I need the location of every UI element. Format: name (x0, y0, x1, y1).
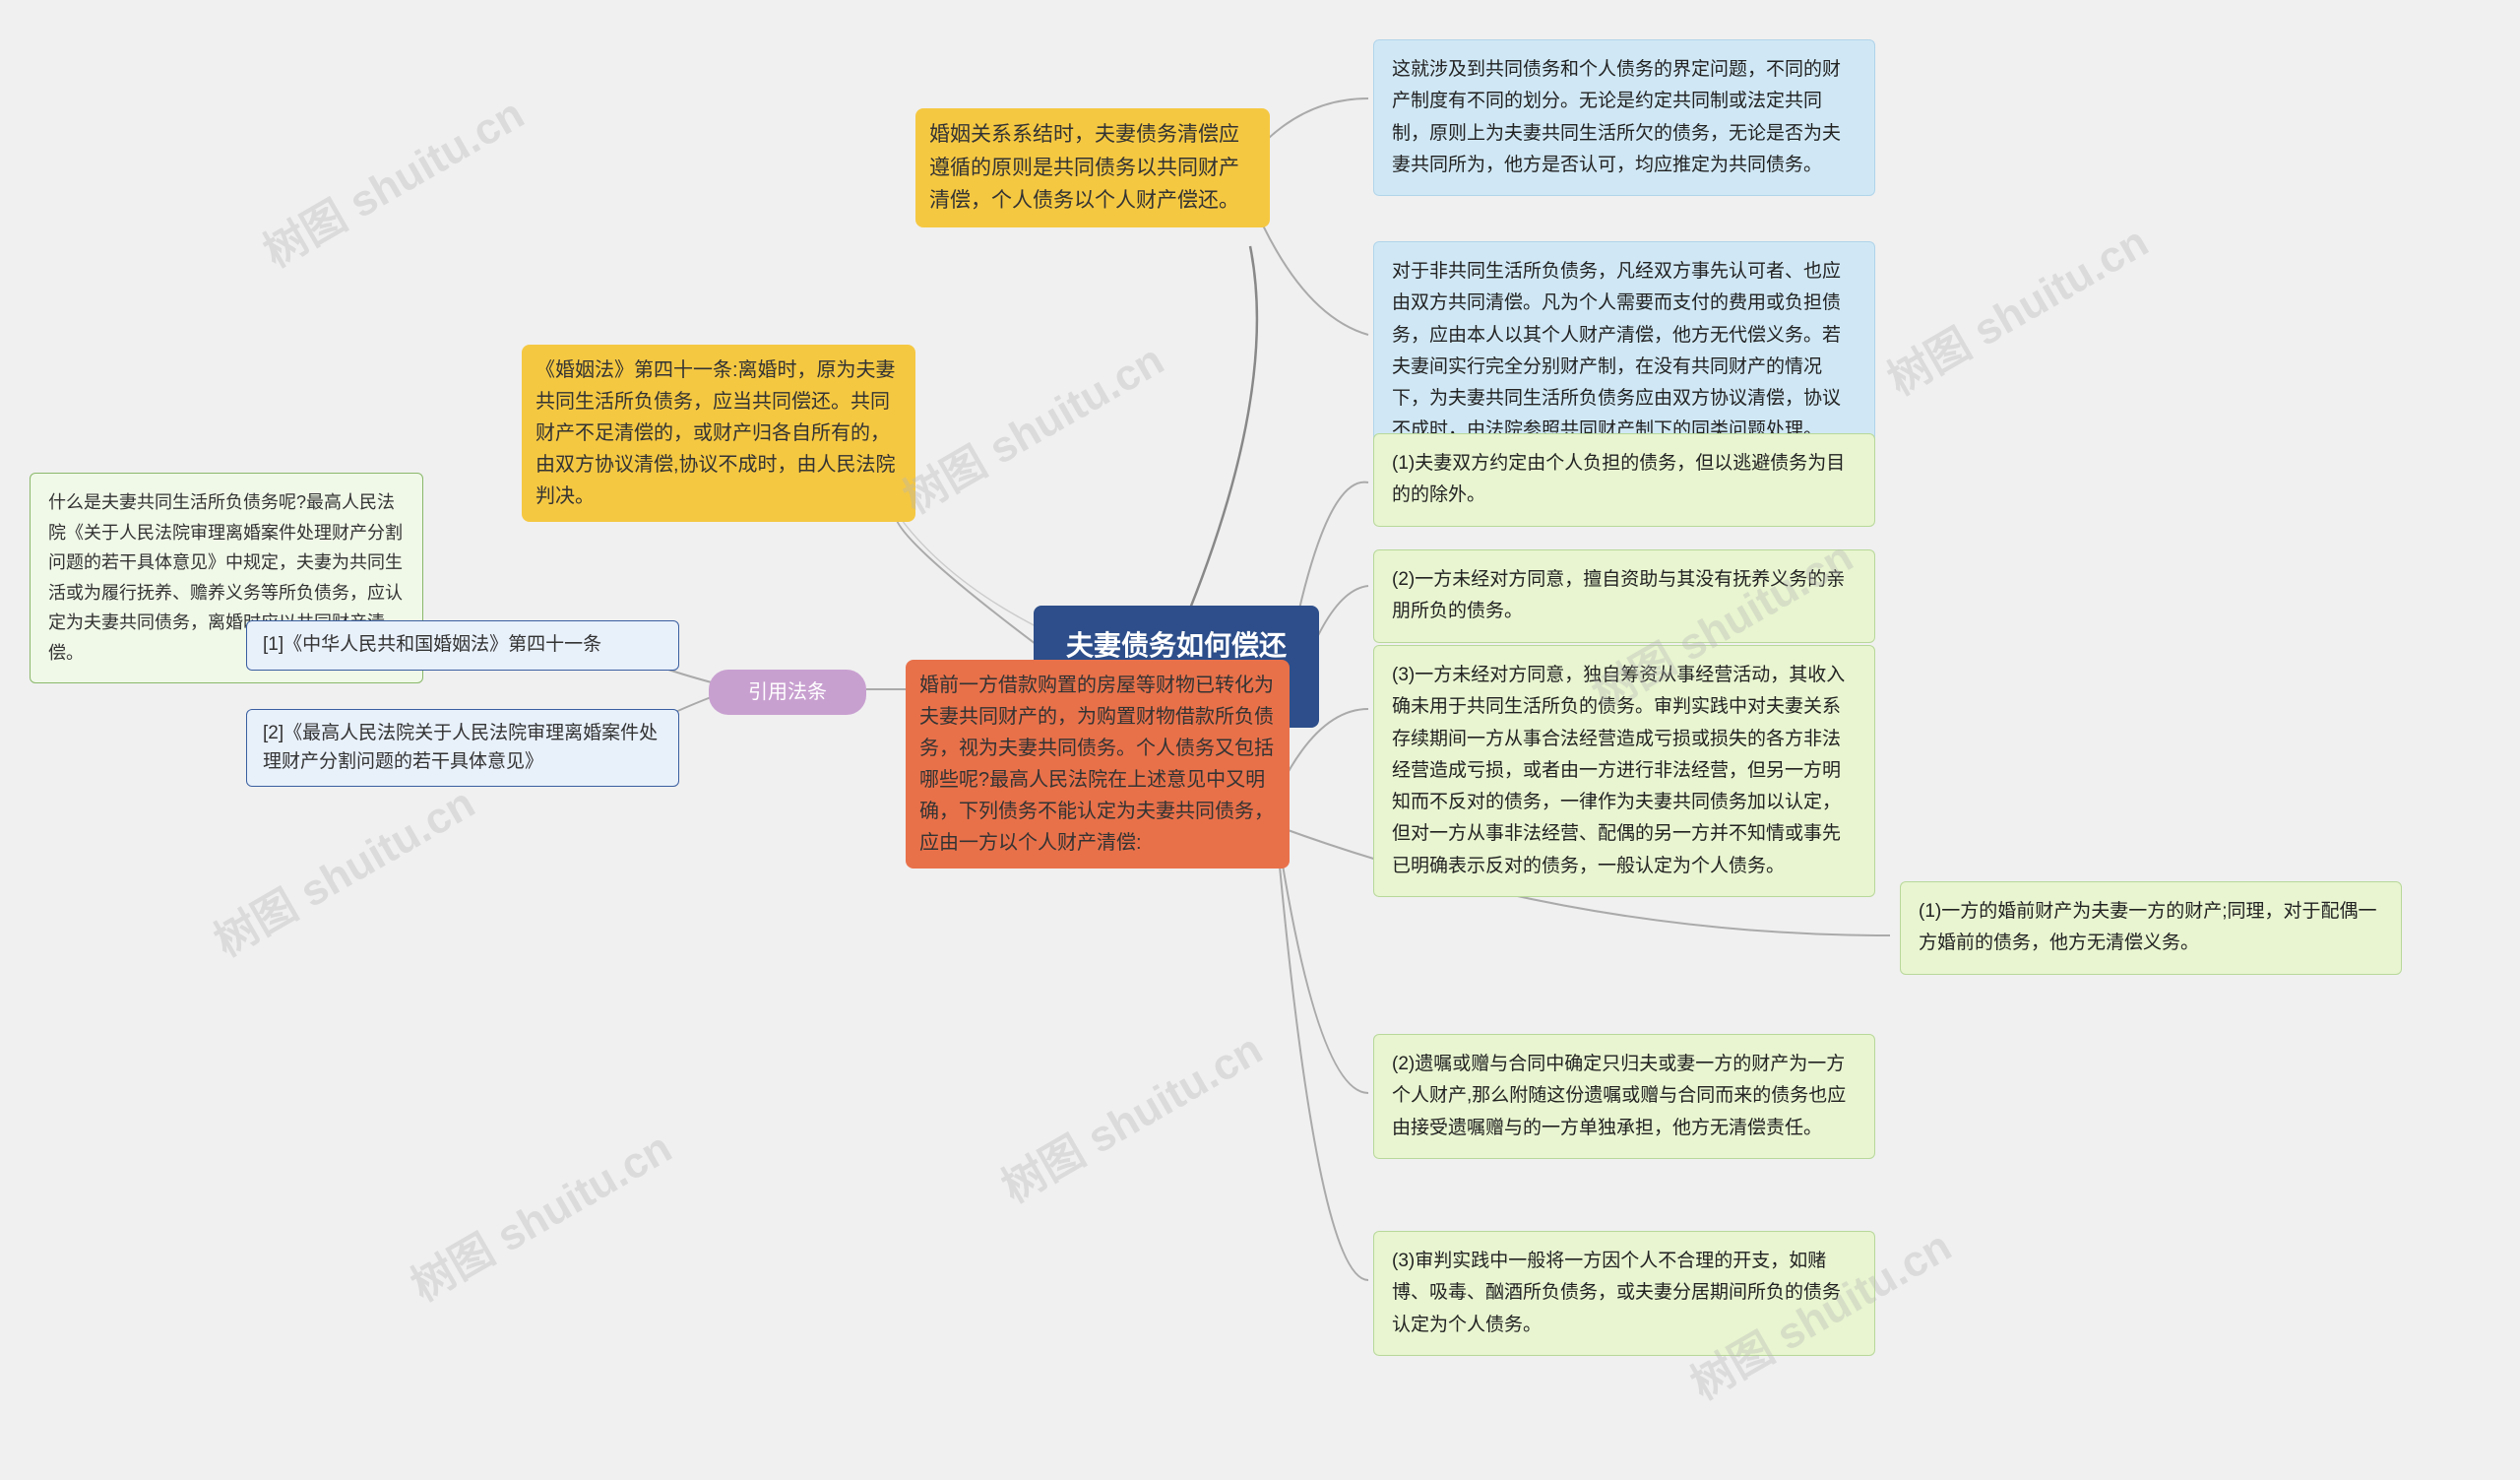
principle-label: 婚姻关系系结时，夫妻债务清偿应遵循的原则是共同债务以共同财产清偿，个人债务以个人… (929, 123, 1239, 212)
right-list-1-text: (1)夫妻双方约定由个人负担的债务，但以逃避债务为目的的除外。 (1392, 453, 1845, 505)
right-list-4-node: (1)一方的婚前财产为夫妻一方的财产;同理，对于配偶一方婚前的债务，他方无清偿义… (1900, 881, 2402, 975)
right-list-6-node: (3)审判实践中一般将一方因个人不合理的开支，如赌博、吸毒、酗酒所负债务，或夫妻… (1373, 1231, 1875, 1356)
right-list-6-text: (3)审判实践中一般将一方因个人不合理的开支，如赌博、吸毒、酗酒所负债务，或夫妻… (1392, 1251, 1841, 1335)
law-ref-1-node: [1]《中华人民共和国婚姻法》第四十一条 (246, 620, 679, 671)
watermark-7: 树图 shuitu.cn (398, 1113, 681, 1313)
watermark-6: 树图 shuitu.cn (1874, 207, 2158, 407)
personal-debt-label: 婚前一方借款购置的房屋等财物已转化为夫妻共同财产的，为购置财物借款所负债务，视为… (919, 675, 1274, 854)
personal-debt-node: 婚前一方借款购置的房屋等财物已转化为夫妻共同财产的，为购置财物借款所负债务，视为… (906, 660, 1290, 869)
law-text-label: 《婚姻法》第四十一条:离婚时，原为夫妻共同生活所负债务，应当共同偿还。共同财产不… (536, 359, 896, 507)
right-list-3-node: (3)一方未经对方同意，独自筹资从事经营活动，其收入确未用于共同生活所负的债务。… (1373, 645, 1875, 897)
law-text-node: 《婚姻法》第四十一条:离婚时，原为夫妻共同生活所负债务，应当共同偿还。共同财产不… (522, 345, 915, 522)
principle-node: 婚姻关系系结时，夫妻债务清偿应遵循的原则是共同债务以共同财产清偿，个人债务以个人… (915, 108, 1270, 227)
right-list-4-text: (1)一方的婚前财产为夫妻一方的财产;同理，对于配偶一方婚前的债务，他方无清偿义… (1919, 901, 2377, 953)
right-info-2-node: 对于非共同生活所负债务，凡经双方事先认可者、也应由双方共同清偿。凡为个人需要而支… (1373, 241, 1875, 462)
law-connector-label: 引用法条 (748, 681, 827, 703)
law-ref-1-text: [1]《中华人民共和国婚姻法》第四十一条 (263, 634, 601, 655)
watermark-1: 树图 shuitu.cn (250, 79, 534, 279)
law-connector-node: 引用法条 (709, 670, 866, 715)
right-list-2-text: (2)一方未经对方同意，擅自资助与其没有抚养义务的亲朋所负的债务。 (1392, 569, 1845, 621)
right-list-5-text: (2)遗嘱或赠与合同中确定只归夫或妻一方的财产为一方个人财产,那么附随这份遗嘱或… (1392, 1054, 1846, 1138)
law-ref-2-node: [2]《最高人民法院关于人民法院审理离婚案件处理财产分割问题的若干具体意见》 (246, 709, 679, 787)
law-ref-2-text: [2]《最高人民法院关于人民法院审理离婚案件处理财产分割问题的若干具体意见》 (263, 723, 658, 772)
watermark-5: 树图 shuitu.cn (988, 1014, 1272, 1214)
mindmap-container: 树图 shuitu.cn 树图 shuitu.cn 树图 shuitu.cn 树… (0, 0, 2520, 1480)
watermark-2: 树图 shuitu.cn (890, 325, 1173, 525)
watermark-4: 树图 shuitu.cn (201, 768, 484, 968)
right-list-1-node: (1)夫妻双方约定由个人负担的债务，但以逃避债务为目的的除外。 (1373, 433, 1875, 527)
right-info-2-text: 对于非共同生活所负债务，凡经双方事先认可者、也应由双方共同清偿。凡为个人需要而支… (1392, 261, 1841, 440)
right-list-3-text: (3)一方未经对方同意，独自筹资从事经营活动，其收入确未用于共同生活所负的债务。… (1392, 665, 1845, 876)
right-info-1-text: 这就涉及到共同债务和个人债务的界定问题，不同的财产制度有不同的划分。无论是约定共… (1392, 59, 1841, 175)
right-info-1-node: 这就涉及到共同债务和个人债务的界定问题，不同的财产制度有不同的划分。无论是约定共… (1373, 39, 1875, 196)
right-list-5-node: (2)遗嘱或赠与合同中确定只归夫或妻一方的财产为一方个人财产,那么附随这份遗嘱或… (1373, 1034, 1875, 1159)
right-list-2-node: (2)一方未经对方同意，擅自资助与其没有抚养义务的亲朋所负的债务。 (1373, 549, 1875, 643)
